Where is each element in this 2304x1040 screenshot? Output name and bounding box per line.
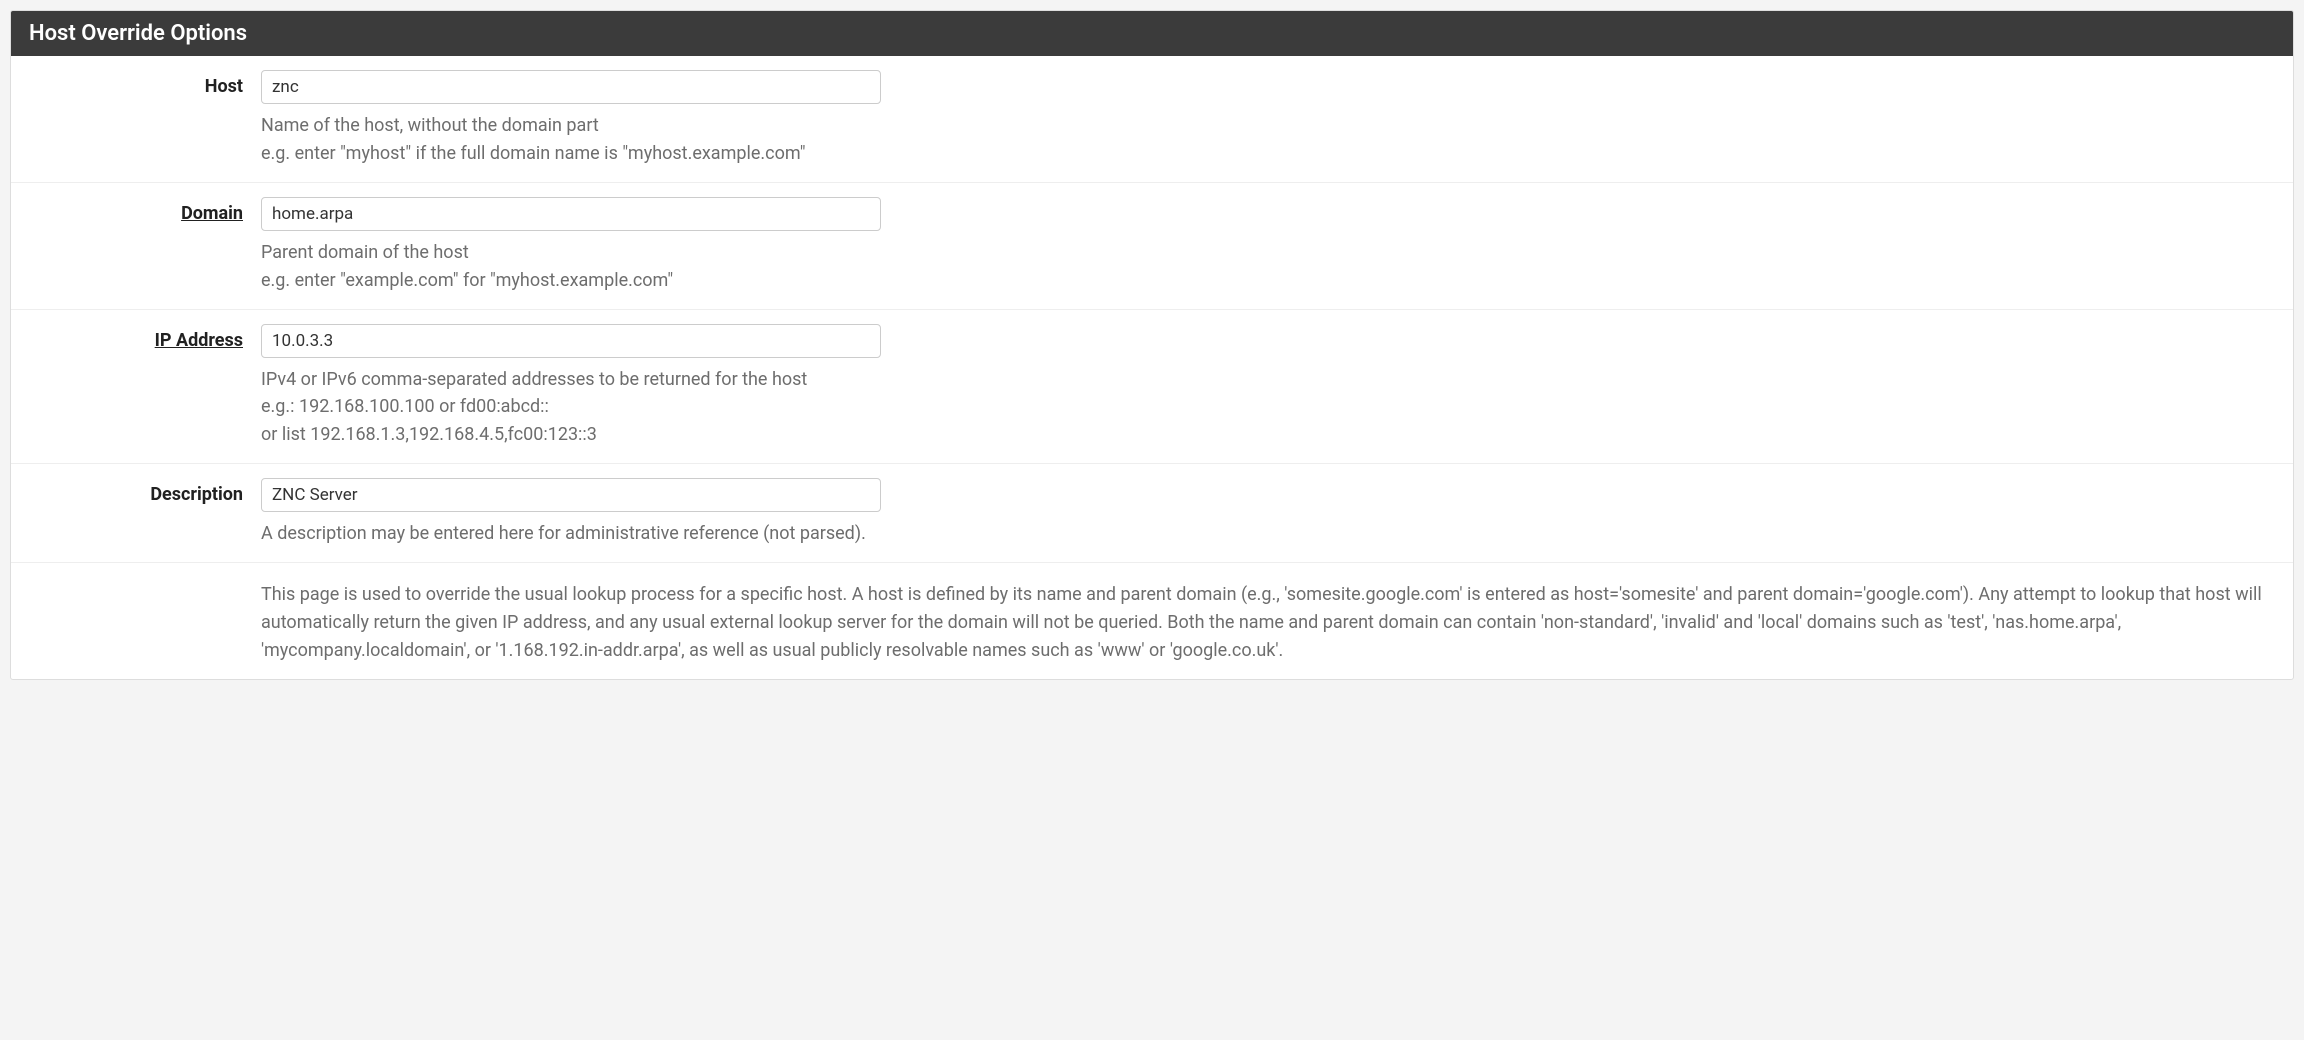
domain-help-line2: e.g. enter "example.com" for "myhost.exa… [261, 270, 673, 291]
domain-label: Domain [11, 197, 261, 295]
ip-row: IP Address IPv4 or IPv6 comma-separated … [11, 310, 2293, 465]
host-label: Host [11, 70, 261, 168]
host-row: Host Name of the host, without the domai… [11, 56, 2293, 183]
domain-help-line1: Parent domain of the host [261, 242, 469, 263]
description-help: A description may be entered here for ad… [261, 520, 2273, 548]
description-label: Description [11, 478, 261, 548]
ip-content: IPv4 or IPv6 comma-separated addresses t… [261, 324, 2293, 450]
ip-help: IPv4 or IPv6 comma-separated addresses t… [261, 366, 2273, 450]
description-input[interactable] [261, 478, 881, 512]
host-input[interactable] [261, 70, 881, 104]
description-help-line1: A description may be entered here for ad… [261, 523, 866, 544]
host-help-line1: Name of the host, without the domain par… [261, 115, 599, 136]
host-override-panel: Host Override Options Host Name of the h… [10, 10, 2294, 680]
ip-input[interactable] [261, 324, 881, 358]
ip-label: IP Address [11, 324, 261, 450]
domain-input[interactable] [261, 197, 881, 231]
domain-content: Parent domain of the host e.g. enter "ex… [261, 197, 2293, 295]
host-help: Name of the host, without the domain par… [261, 112, 2273, 168]
panel-title: Host Override Options [11, 11, 2293, 56]
host-help-line2: e.g. enter "myhost" if the full domain n… [261, 143, 805, 164]
info-spacer [11, 581, 261, 665]
ip-help-line2: e.g.: 192.168.100.100 or fd00:abcd:: [261, 396, 549, 417]
description-row: Description A description may be entered… [11, 464, 2293, 563]
info-row: This page is used to override the usual … [11, 563, 2293, 679]
domain-row: Domain Parent domain of the host e.g. en… [11, 183, 2293, 310]
host-content: Name of the host, without the domain par… [261, 70, 2293, 168]
description-content: A description may be entered here for ad… [261, 478, 2293, 548]
page-info-text: This page is used to override the usual … [261, 581, 2293, 665]
domain-help: Parent domain of the host e.g. enter "ex… [261, 239, 2273, 295]
ip-help-line3: or list 192.168.1.3,192.168.4.5,fc00:123… [261, 424, 597, 445]
ip-help-line1: IPv4 or IPv6 comma-separated addresses t… [261, 369, 807, 390]
